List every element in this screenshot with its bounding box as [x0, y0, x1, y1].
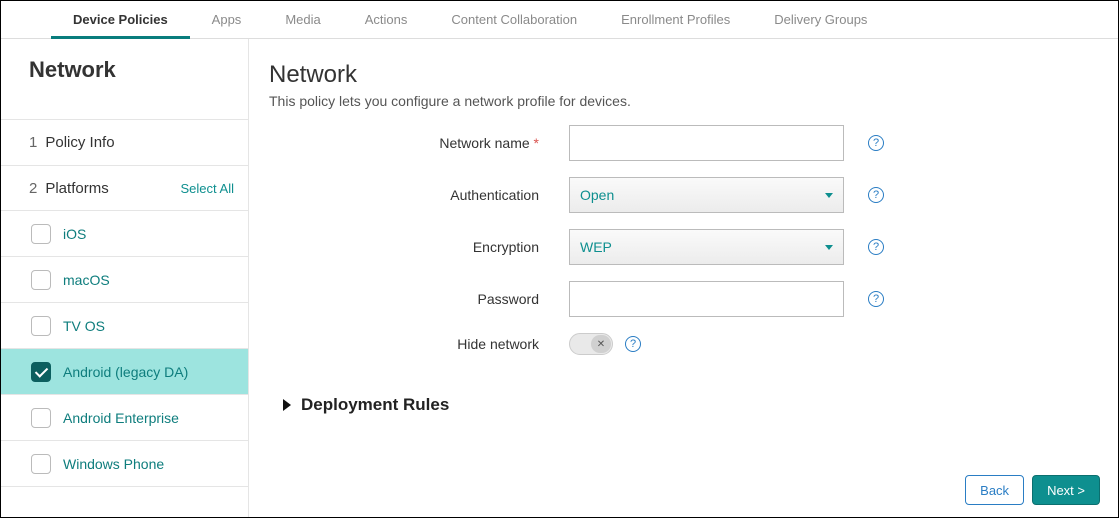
- checkbox-icon[interactable]: [31, 316, 51, 336]
- network-name-input[interactable]: [569, 125, 844, 161]
- platform-row-tv-os[interactable]: TV OS: [1, 303, 248, 349]
- toggle-knob: ✕: [591, 335, 611, 353]
- chevron-down-icon: [825, 193, 833, 198]
- back-button[interactable]: Back: [965, 475, 1024, 505]
- footer-buttons: Back Next >: [965, 475, 1100, 505]
- deployment-rules-toggle[interactable]: Deployment Rules: [269, 395, 1082, 415]
- platform-row-windows-phone[interactable]: Windows Phone: [1, 441, 248, 487]
- password-input[interactable]: [569, 281, 844, 317]
- help-icon[interactable]: ?: [625, 336, 641, 352]
- select-all-link[interactable]: Select All: [181, 181, 234, 196]
- hide-network-toggle[interactable]: ✕: [569, 333, 613, 355]
- platform-row-macos[interactable]: macOS: [1, 257, 248, 303]
- content-body: Network 1Policy Info 2Platforms Select A…: [1, 39, 1118, 517]
- platform-label: Windows Phone: [63, 456, 164, 472]
- sidebar-title: Network: [1, 39, 248, 101]
- caret-right-icon: [283, 399, 291, 411]
- platform-label: Android Enterprise: [63, 410, 179, 426]
- row-password: Password ?: [269, 281, 1082, 317]
- checkbox-icon[interactable]: [31, 224, 51, 244]
- tab-device-policies[interactable]: Device Policies: [51, 1, 190, 39]
- next-button[interactable]: Next >: [1032, 475, 1100, 505]
- sidebar-scroll[interactable]: 1Policy Info 2Platforms Select All iOS ma…: [1, 119, 248, 517]
- main-panel: Network This policy lets you configure a…: [249, 39, 1118, 517]
- platform-label: Android (legacy DA): [63, 364, 188, 380]
- checkbox-icon[interactable]: [31, 408, 51, 428]
- help-icon[interactable]: ?: [868, 291, 884, 307]
- platform-row-android-enterprise[interactable]: Android Enterprise: [1, 395, 248, 441]
- platform-label: iOS: [63, 226, 86, 242]
- platform-label: TV OS: [63, 318, 105, 334]
- label-authentication: Authentication: [269, 187, 569, 203]
- row-network-name: Network name * ?: [269, 125, 1082, 161]
- tab-content-collaboration[interactable]: Content Collaboration: [429, 1, 599, 39]
- sidebar: Network 1Policy Info 2Platforms Select A…: [1, 39, 249, 517]
- tab-delivery-groups[interactable]: Delivery Groups: [752, 1, 889, 39]
- checkbox-icon[interactable]: [31, 270, 51, 290]
- row-encryption: Encryption WEP ?: [269, 229, 1082, 265]
- tab-bar: Device PoliciesAppsMediaActionsContent C…: [1, 1, 1118, 39]
- tab-enrollment-profiles[interactable]: Enrollment Profiles: [599, 1, 752, 39]
- label-encryption: Encryption: [269, 239, 569, 255]
- step-platforms[interactable]: 2Platforms Select All: [1, 165, 248, 211]
- label-network-name: Network name *: [269, 135, 569, 151]
- tab-actions[interactable]: Actions: [343, 1, 430, 39]
- checkbox-icon[interactable]: [31, 362, 51, 382]
- chevron-down-icon: [825, 245, 833, 250]
- platform-label: macOS: [63, 272, 110, 288]
- step-policy-info[interactable]: 1Policy Info: [1, 119, 248, 165]
- page-description: This policy lets you configure a network…: [269, 93, 1082, 109]
- help-icon[interactable]: ?: [868, 135, 884, 151]
- label-hide-network: Hide network: [269, 336, 569, 352]
- platform-row-ios[interactable]: iOS: [1, 211, 248, 257]
- row-authentication: Authentication Open ?: [269, 177, 1082, 213]
- authentication-select[interactable]: Open: [569, 177, 844, 213]
- row-hide-network: Hide network ✕ ?: [269, 333, 1082, 355]
- tab-media[interactable]: Media: [263, 1, 342, 39]
- checkbox-icon[interactable]: [31, 454, 51, 474]
- page-title: Network: [269, 61, 1082, 89]
- encryption-select[interactable]: WEP: [569, 229, 844, 265]
- help-icon[interactable]: ?: [868, 239, 884, 255]
- platform-row-android-legacy-da-[interactable]: Android (legacy DA): [1, 349, 248, 395]
- label-password: Password: [269, 291, 569, 307]
- tab-apps[interactable]: Apps: [190, 1, 264, 39]
- help-icon[interactable]: ?: [868, 187, 884, 203]
